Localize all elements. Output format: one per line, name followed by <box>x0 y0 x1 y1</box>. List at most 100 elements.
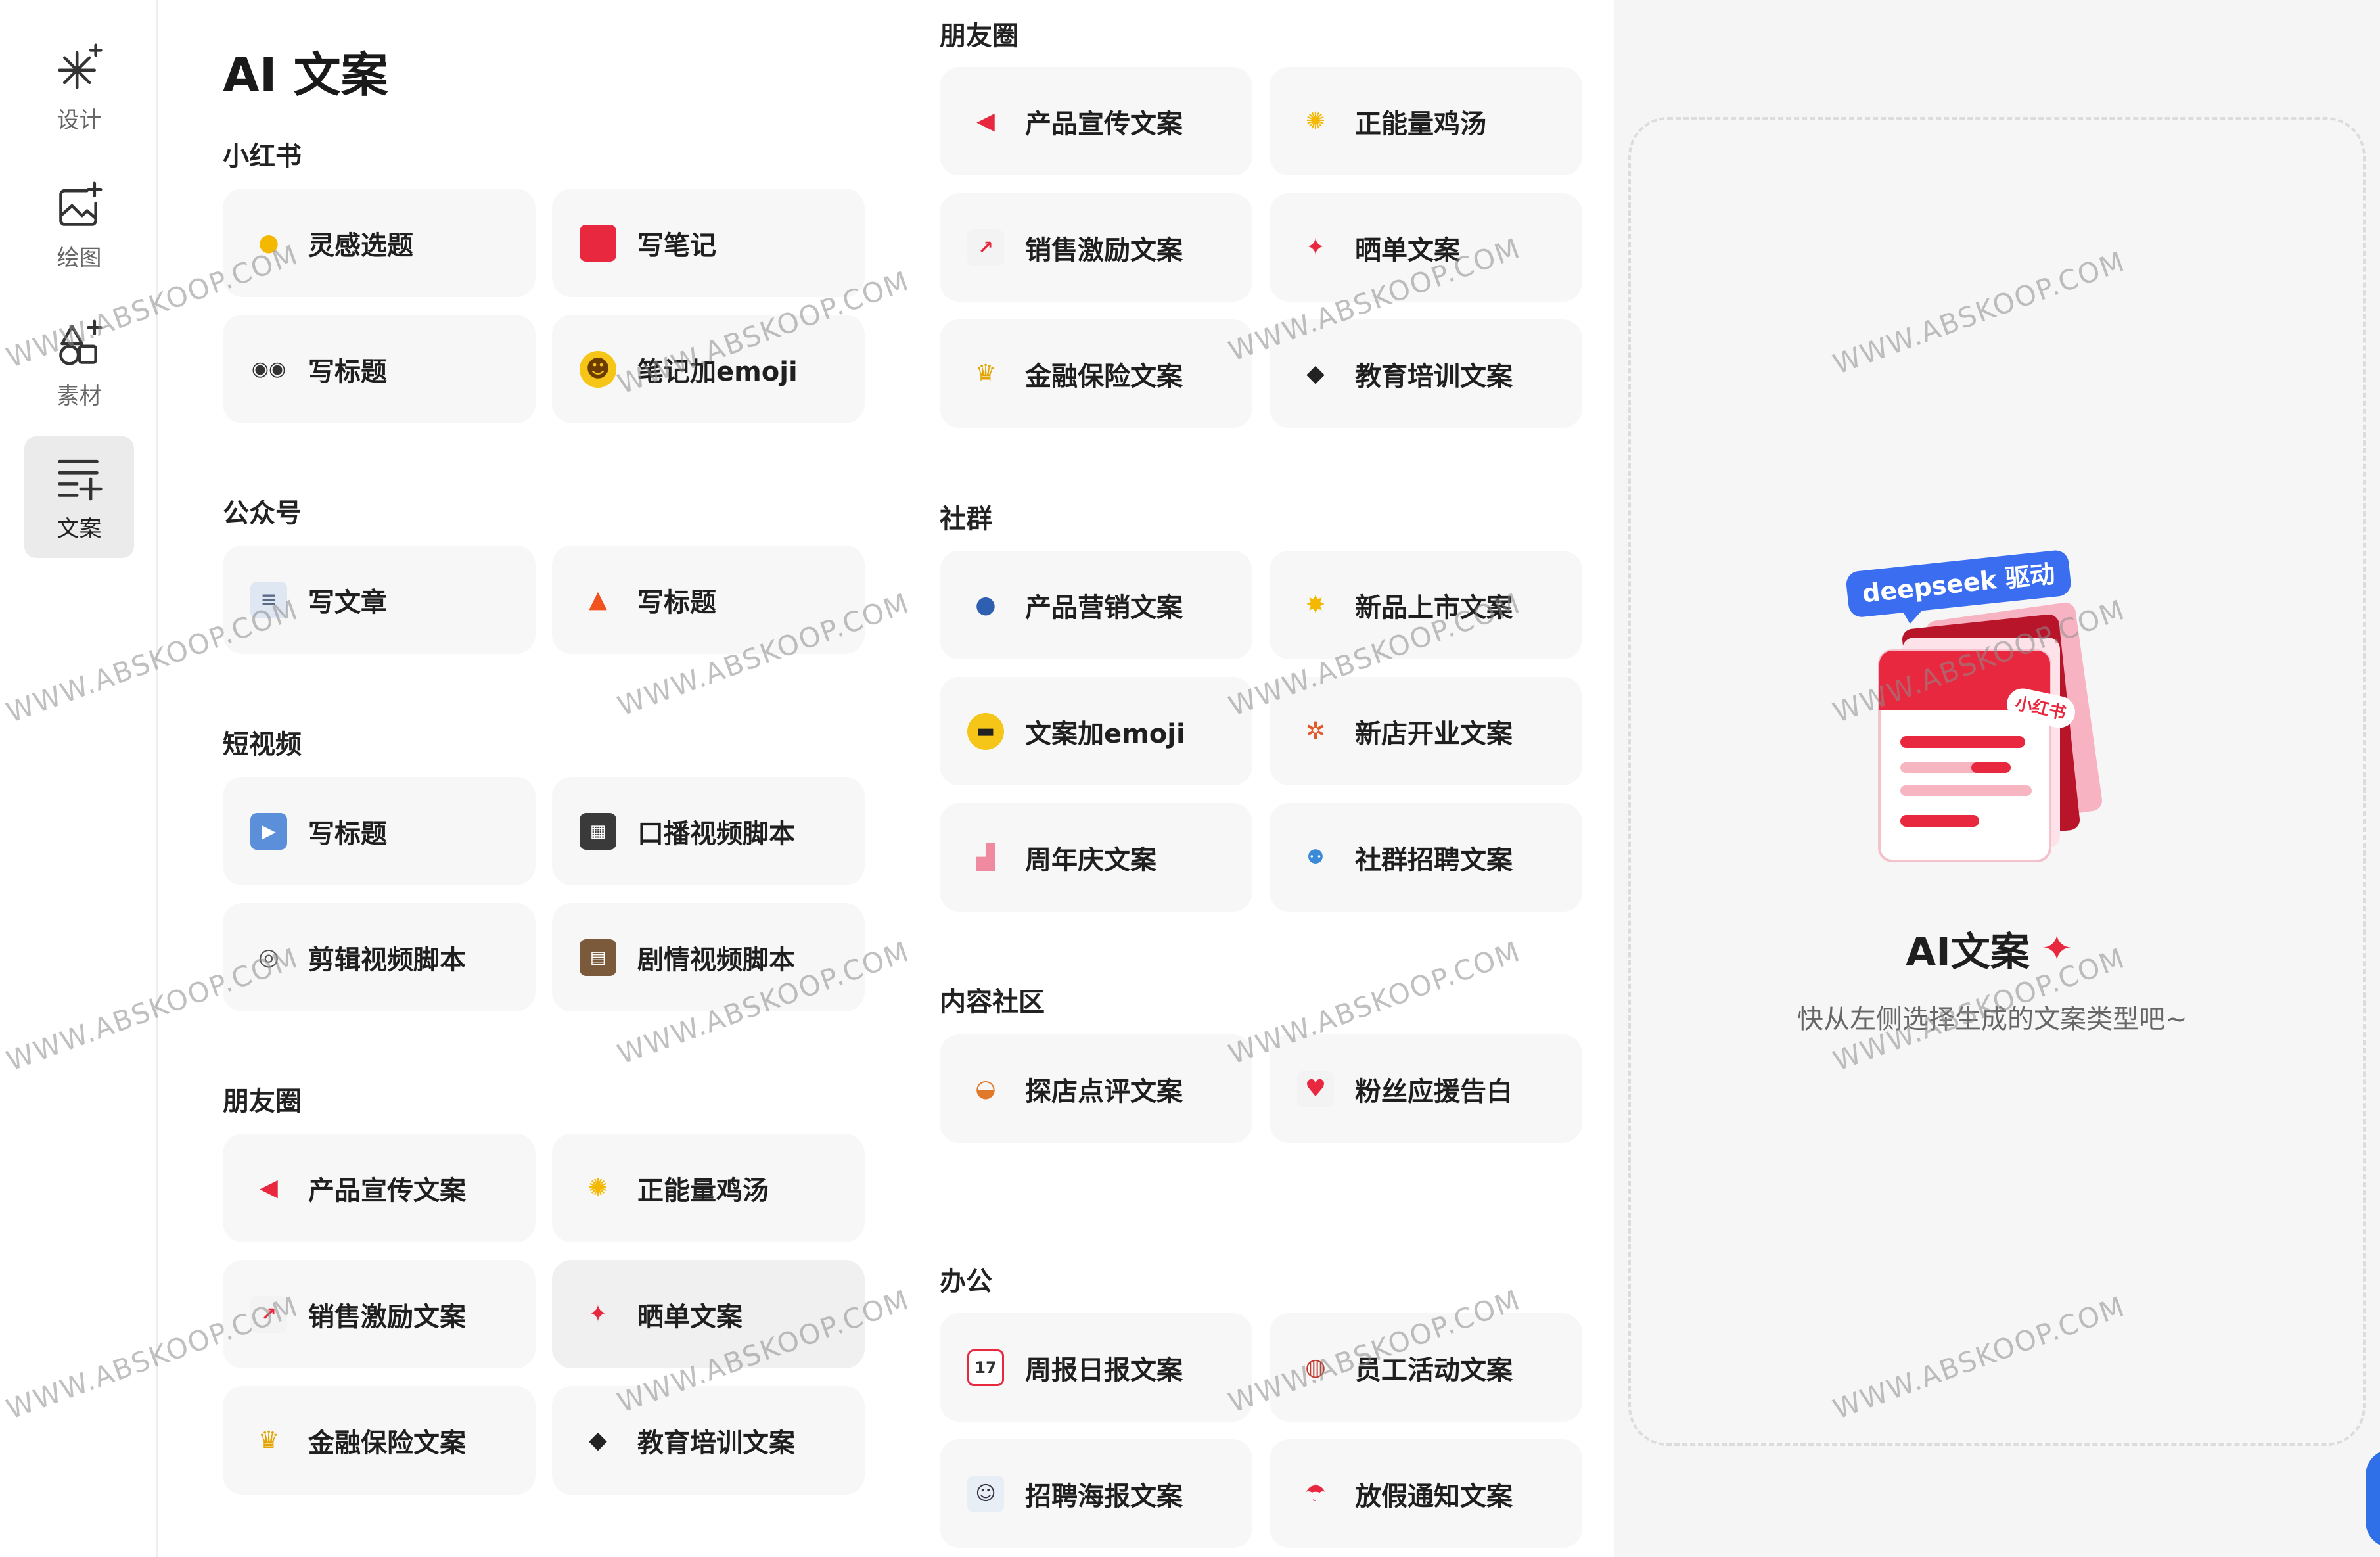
card-recruit-poster[interactable]: ☺ 招聘海报文案 <box>940 1439 1252 1548</box>
card-store-review[interactable]: ◒ 探店点评文案 <box>940 1034 1252 1143</box>
card-fan-support[interactable]: ♥ 粉丝应援告白 <box>1270 1034 1582 1143</box>
card-editing-script[interactable]: ◎ 剪辑视频脚本 <box>223 903 536 1011</box>
preview-title: AI文案 ✦ <box>1906 920 2072 977</box>
rail-label-assets: 素材 <box>57 383 102 409</box>
text-sparkle-icon <box>57 459 103 501</box>
speaking-head-icon: ● <box>975 592 996 618</box>
card-write-article[interactable]: ≡ 写文章 <box>223 546 536 654</box>
card-product-promo-left[interactable]: ◀ 产品宣传文案 <box>223 1134 536 1242</box>
card-write-title-gzh[interactable]: ▲ 写标题 <box>552 546 865 654</box>
card-positive-energy-right[interactable]: ✺ 正能量鸡汤 <box>1270 67 1582 175</box>
card-staff-activity[interactable]: ◍ 员工活动文案 <box>1270 1313 1582 1422</box>
card-label: 写文章 <box>308 587 387 618</box>
section-title-bangong: 办公 <box>940 1267 992 1297</box>
star-burst-icon: ✸ <box>1305 592 1326 618</box>
card-new-product-launch[interactable]: ✸ 新品上市文案 <box>1270 551 1582 659</box>
laughing-face-icon: ☻ <box>580 350 616 388</box>
card-label: 周报日报文案 <box>1025 1355 1183 1385</box>
card-video-title[interactable]: ▶ 写标题 <box>223 777 536 885</box>
card-weekly-report[interactable]: 17 周报日报文案 <box>940 1313 1252 1422</box>
help-floating-button[interactable] <box>2366 1449 2380 1548</box>
card-label: 金融保险文案 <box>1025 361 1183 392</box>
preview-title-text: AI文案 <box>1906 929 2030 975</box>
card-product-marketing[interactable]: ● 产品营销文案 <box>940 551 1252 659</box>
rail-item-design[interactable]: 设计 <box>24 28 134 149</box>
section-title-xiaohongshu: 小红书 <box>223 141 302 172</box>
rail-label-copywriting: 文案 <box>57 516 102 542</box>
party-popper-icon: ✦ <box>2041 927 2072 970</box>
card-label: 正能量鸡汤 <box>1355 108 1486 139</box>
card-education-training-right[interactable]: ◆ 教育培训文案 <box>1270 319 1582 428</box>
section-title-gongzhonghao: 公众号 <box>223 498 302 528</box>
card-label: 产品宣传文案 <box>1025 108 1183 139</box>
id-badge-icon: ☺ <box>967 1475 1004 1512</box>
people-icon: ⚉ <box>1306 846 1325 869</box>
card-label: 教育培训文案 <box>637 1428 795 1458</box>
sparkle-icon <box>57 43 103 89</box>
card-write-title-xhs[interactable]: ◉◉ 写标题 <box>223 315 536 423</box>
page-title: AI 文案 <box>223 47 388 103</box>
card-write-note[interactable]: 写笔记 <box>552 189 865 297</box>
card-label: 社群招聘文案 <box>1355 845 1513 875</box>
clapper-icon: ▦ <box>580 812 616 850</box>
card-new-store-opening[interactable]: ✲ 新店开业文案 <box>1270 677 1582 785</box>
card-finance-insurance-right[interactable]: ♛ 金融保险文案 <box>940 319 1252 428</box>
drum-icon: ◍ <box>1305 1354 1326 1381</box>
section-title-pengyouquan-left: 朋友圈 <box>223 1086 302 1117</box>
card-holiday-notice[interactable]: ☂ 放假通知文案 <box>1270 1439 1582 1548</box>
rail-label-design: 设计 <box>57 107 102 133</box>
card-label: 粉丝应援告白 <box>1355 1076 1513 1107</box>
card-label: 文案加emoji <box>1025 718 1185 749</box>
confetti-icon: ✲ <box>1305 718 1326 745</box>
card-label: 产品宣传文案 <box>308 1175 466 1206</box>
calendar-icon: 17 <box>967 1349 1004 1386</box>
card-drama-script[interactable]: ▤ 剧情视频脚本 <box>552 903 865 1011</box>
card-label: 笔记加emoji <box>637 356 798 387</box>
megaphone-icon: ◀ <box>976 108 995 135</box>
film-strip-icon: ▤ <box>580 939 616 976</box>
fire-icon: ▲ <box>589 586 607 613</box>
noodle-bowl-icon: ◒ <box>975 1075 996 1102</box>
rail-label-draw: 绘图 <box>57 245 102 271</box>
sunglasses-face-icon: ▬ <box>967 712 1004 750</box>
card-label: 招聘海报文案 <box>1025 1481 1183 1512</box>
play-icon: ▶ <box>250 812 287 850</box>
card-copy-emoji[interactable]: ▬ 文案加emoji <box>940 677 1252 785</box>
card-label: 探店点评文案 <box>1025 1076 1183 1107</box>
card-sales-motivation-right[interactable]: ↗ 销售激励文案 <box>940 193 1252 302</box>
rail-item-copywriting[interactable]: 文案 <box>24 436 134 558</box>
eyes-icon: ◉◉ <box>251 358 286 381</box>
card-label: 剪辑视频脚本 <box>308 944 466 975</box>
sun-icon: ✺ <box>587 1174 608 1201</box>
shapes-icon <box>58 319 103 365</box>
card-education-training-left[interactable]: ◆ 教育培训文案 <box>552 1386 865 1495</box>
card-sales-motivation-left[interactable]: ↗ 销售激励文案 <box>223 1260 536 1368</box>
card-label: 新店开业文案 <box>1355 718 1513 749</box>
left-rail: 设计 绘图 素材 文案 <box>0 0 158 1557</box>
card-voiceover-script[interactable]: ▦ 口播视频脚本 <box>552 777 865 885</box>
card-community-recruit[interactable]: ⚉ 社群招聘文案 <box>1270 803 1582 912</box>
card-label: 写标题 <box>637 587 716 618</box>
card-label: 周年庆文案 <box>1025 845 1156 875</box>
card-product-promo-right[interactable]: ◀ 产品宣传文案 <box>940 67 1252 175</box>
card-inspiration-topic[interactable]: ● 灵感选题 <box>223 189 536 297</box>
card-showoff-order-left[interactable]: ✦ 晒单文案 <box>552 1260 865 1368</box>
cake-icon: ▟ <box>976 844 995 871</box>
beach-umbrella-icon: ☂ <box>1304 1480 1327 1507</box>
card-label: 金融保险文案 <box>308 1428 466 1458</box>
xiaohongshu-book-illustration: 小红书 deepseek 驱动 <box>1846 550 2103 862</box>
card-label: 新品上市文案 <box>1355 592 1513 623</box>
card-anniversary[interactable]: ▟ 周年庆文案 <box>940 803 1252 912</box>
card-showoff-order-right[interactable]: ✦ 晒单文案 <box>1270 193 1582 302</box>
rail-item-draw[interactable]: 绘图 <box>24 166 134 287</box>
section-title-neirongshequ: 内容社区 <box>940 987 1045 1017</box>
card-finance-insurance-left[interactable]: ♛ 金融保险文案 <box>223 1386 536 1495</box>
sun-icon: ✺ <box>1305 108 1326 135</box>
card-label: 写标题 <box>308 356 387 387</box>
card-label: 销售激励文案 <box>1025 235 1183 266</box>
graduation-cap-icon: ◆ <box>1306 360 1325 387</box>
rail-item-assets[interactable]: 素材 <box>24 304 134 425</box>
megaphone-icon: ◀ <box>260 1174 278 1201</box>
card-positive-energy-left[interactable]: ✺ 正能量鸡汤 <box>552 1134 865 1242</box>
card-note-emoji[interactable]: ☻ 笔记加emoji <box>552 315 865 423</box>
